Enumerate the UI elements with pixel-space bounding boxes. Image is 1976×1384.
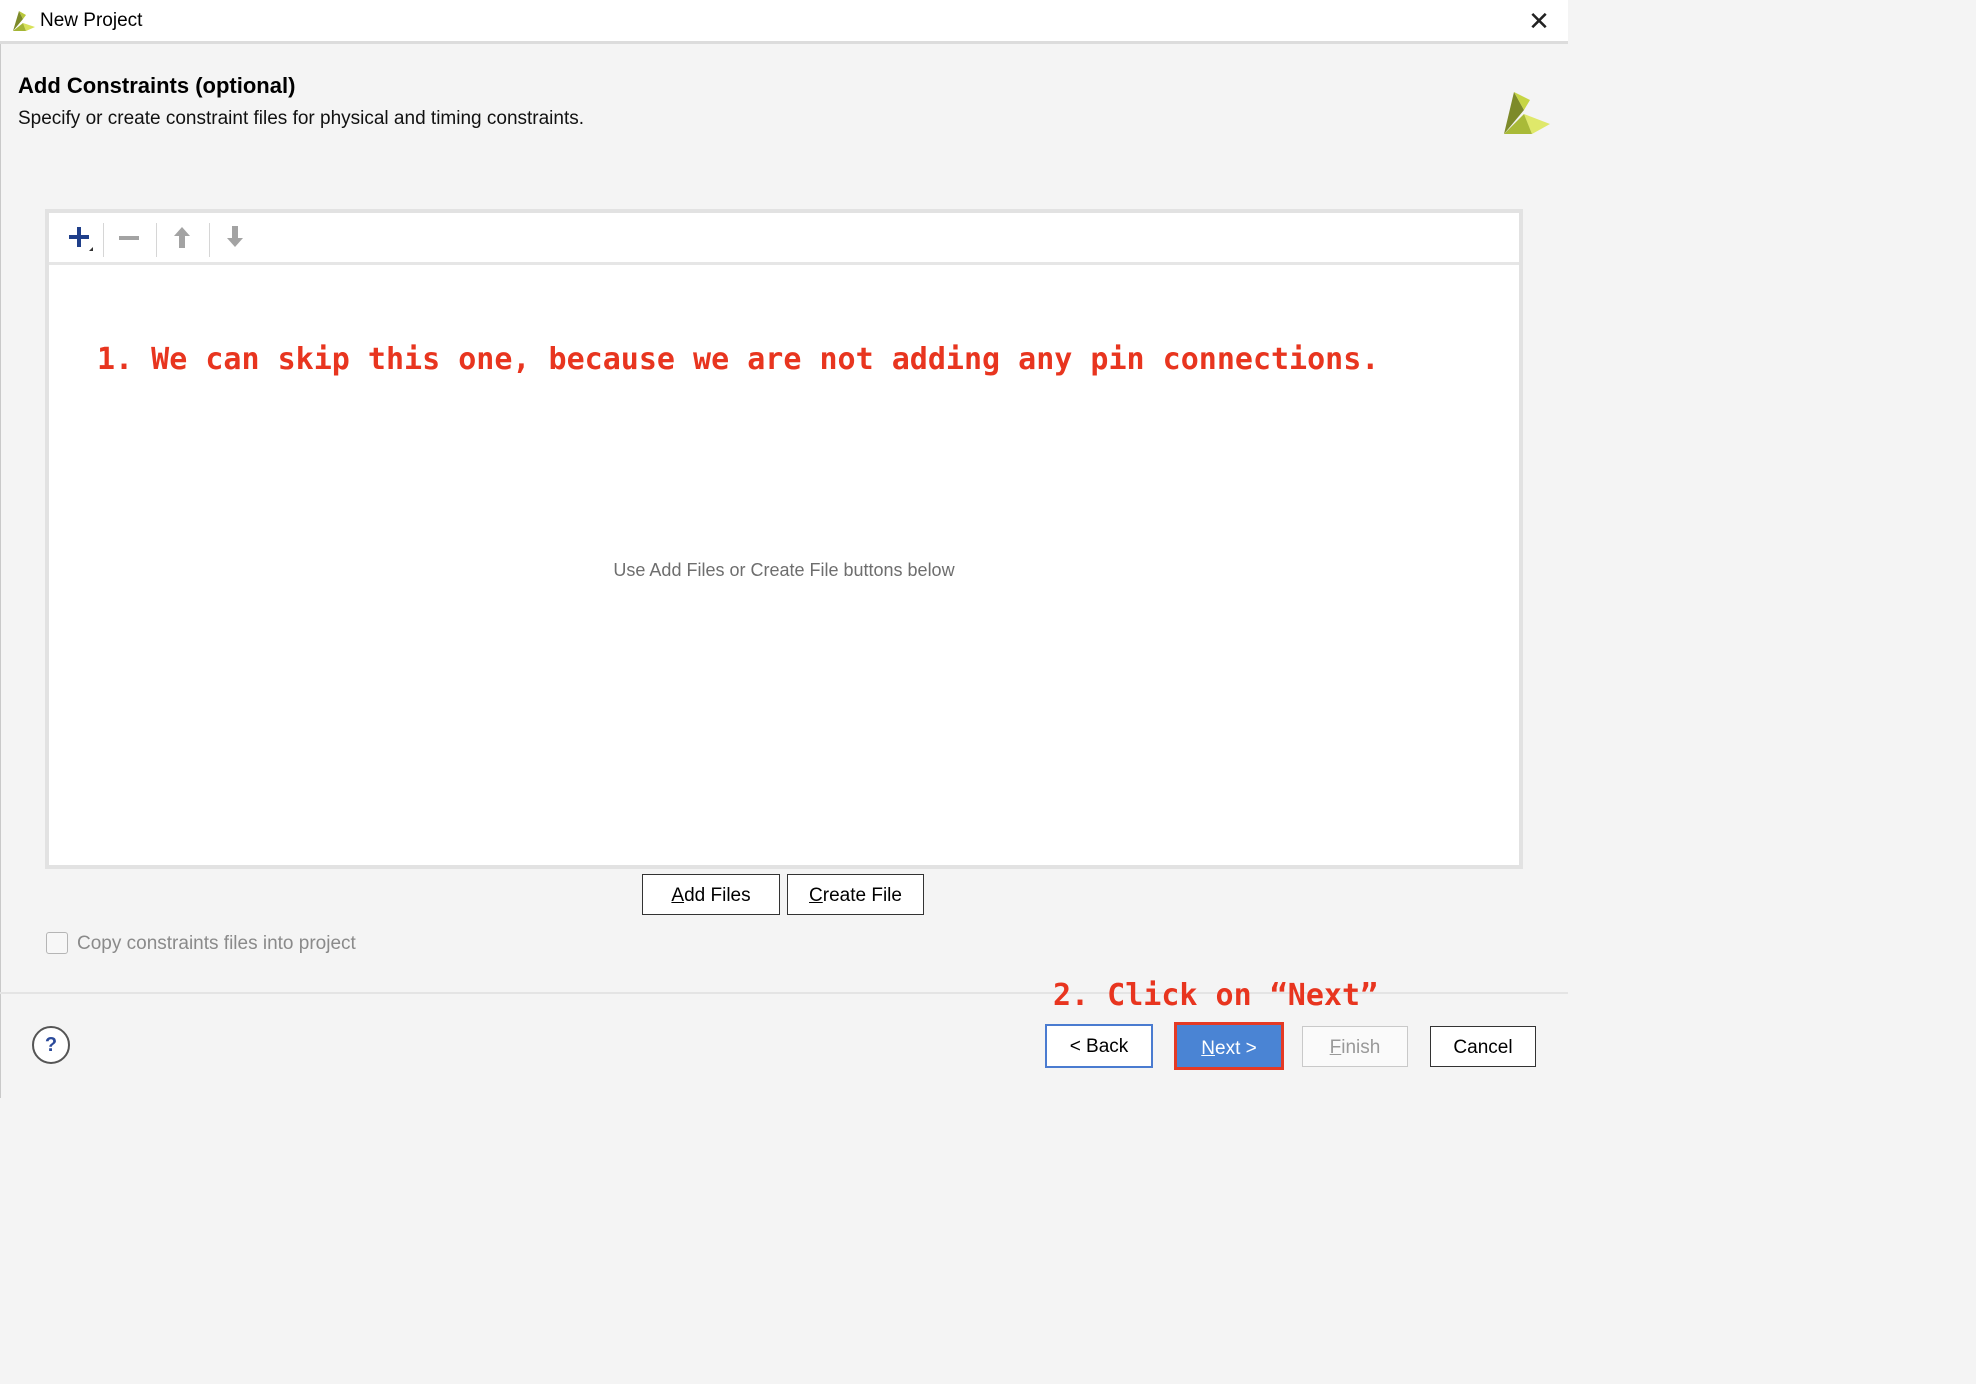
remove-constraint-button[interactable] — [109, 221, 149, 255]
constraints-file-list[interactable]: Use Add Files or Create File buttons bel… — [45, 209, 1523, 869]
annotation-step-2: 2. Click on “Next” — [1053, 978, 1379, 1013]
finish-button[interactable]: Finish — [1302, 1026, 1408, 1067]
back-button[interactable]: < Back — [1045, 1024, 1153, 1068]
empty-list-hint: Use Add Files or Create File buttons bel… — [613, 560, 955, 580]
page-subtitle: Specify or create constraint files for p… — [18, 108, 585, 129]
add-constraint-button[interactable] — [59, 221, 99, 255]
vivado-logo-icon — [13, 11, 35, 31]
toolbar-separator — [103, 223, 104, 257]
page-title: Add Constraints (optional) — [18, 73, 296, 98]
file-list-toolbar — [49, 213, 1519, 265]
cancel-button[interactable]: Cancel — [1430, 1026, 1536, 1067]
help-icon: ? — [44, 1034, 58, 1056]
add-files-button[interactable]: Add Files — [642, 874, 780, 915]
move-down-button[interactable] — [215, 221, 255, 255]
create-file-button[interactable]: Create File — [787, 874, 924, 915]
close-icon: ✕ — [1528, 6, 1550, 36]
title-bar: New Project ✕ — [0, 0, 1568, 44]
vivado-brand-logo-icon — [1504, 92, 1550, 134]
arrow-up-icon — [174, 227, 190, 248]
annotation-step-1: 1. We can skip this one, because we are … — [97, 342, 1380, 377]
copy-constraints-checkbox[interactable] — [46, 932, 68, 954]
window-title: New Project — [40, 10, 143, 31]
help-button[interactable]: ? — [32, 1026, 70, 1064]
minus-icon — [119, 236, 139, 240]
move-up-button[interactable] — [162, 221, 202, 255]
toolbar-separator — [209, 223, 210, 257]
next-button[interactable]: Next > — [1174, 1022, 1284, 1070]
close-button[interactable]: ✕ — [1524, 6, 1554, 36]
plus-icon — [69, 227, 93, 251]
arrow-down-icon — [227, 226, 243, 247]
window-left-edge — [0, 44, 1, 1098]
copy-constraints-label: Copy constraints files into project — [77, 933, 356, 954]
toolbar-separator — [156, 223, 157, 257]
